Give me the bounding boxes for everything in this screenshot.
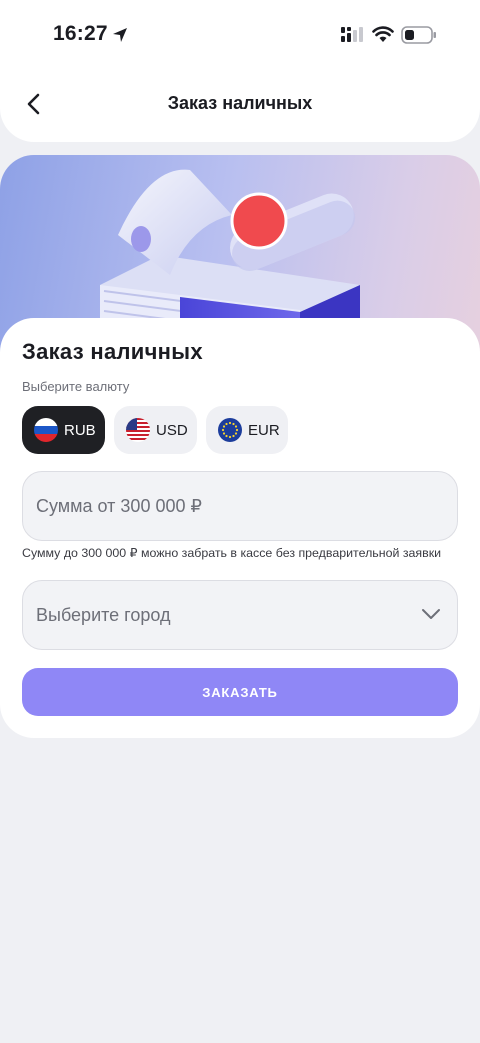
amount-hint: Сумму до 300 000 ₽ можно забрать в кассе… [22, 546, 442, 560]
form-title: Заказ наличных [22, 339, 203, 364]
wifi-icon [372, 26, 394, 42]
russia-flag-icon [34, 418, 58, 442]
currency-code: EUR [248, 421, 280, 439]
currency-chip-eur[interactable]: EUR [206, 406, 288, 454]
chevron-down-icon [422, 609, 440, 619]
header-card: 16:27 Заказ наличных [0, 0, 480, 142]
currency-chip-usd[interactable]: USD [114, 406, 197, 454]
cellular-signal-icon [341, 27, 363, 42]
location-arrow-icon [113, 28, 127, 42]
status-bar: 16:27 [0, 0, 480, 70]
currency-code: RUB [64, 421, 96, 439]
currency-label: Выберите валюту [22, 379, 130, 394]
usa-flag-icon [126, 418, 150, 442]
city-select[interactable]: Выберите город [22, 580, 458, 650]
amount-placeholder: Сумма от 300 000 ₽ [36, 495, 202, 516]
currency-chip-rub[interactable]: RUB [22, 406, 105, 454]
amount-input[interactable]: Сумма от 300 000 ₽ [22, 471, 458, 541]
eu-flag-icon [218, 418, 242, 442]
battery-icon [401, 26, 436, 44]
order-button[interactable]: ЗАКАЗАТЬ [22, 668, 458, 716]
currency-code: USD [156, 421, 188, 439]
status-time: 16:27 [53, 22, 108, 45]
city-placeholder: Выберите город [36, 604, 171, 625]
page-title: Заказ наличных [167, 93, 313, 113]
